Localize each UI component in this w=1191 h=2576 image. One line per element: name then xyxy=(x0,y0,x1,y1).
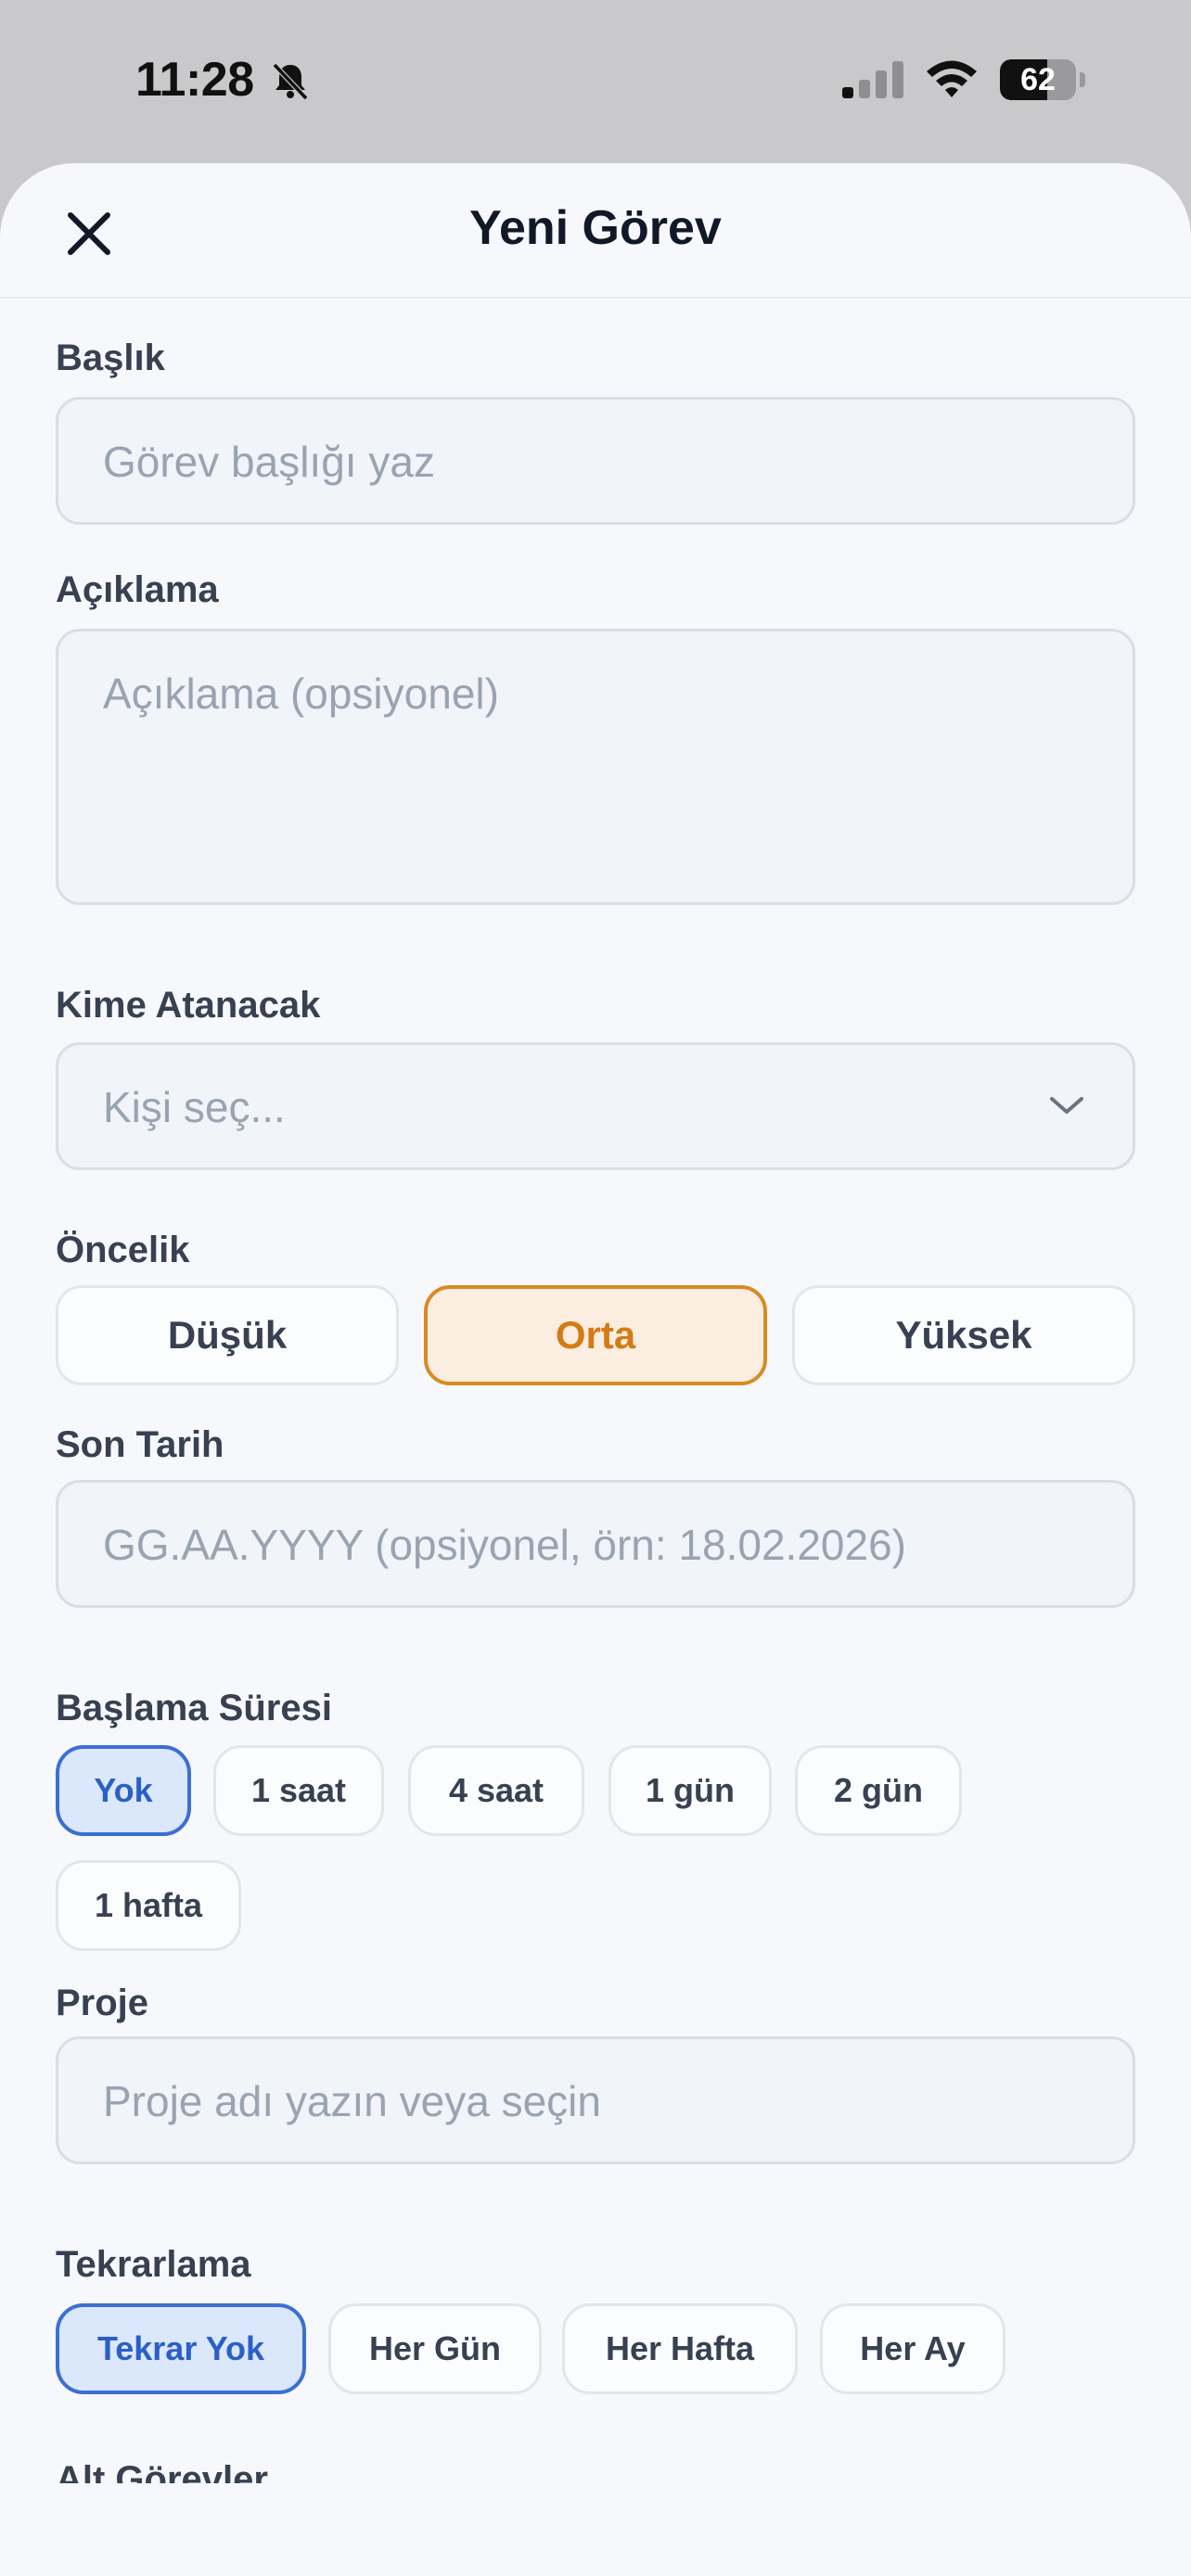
due-date-placeholder: GG.AA.YYYY (opsiyonel, örn: 18.02.2026) xyxy=(103,1521,906,1569)
repeat-option-weekly[interactable]: Her Hafta xyxy=(562,2303,798,2394)
battery-tip xyxy=(1080,72,1085,87)
priority-label: Öncelik xyxy=(56,1230,190,1270)
start-option-1-week[interactable]: 1 hafta xyxy=(56,1860,241,1951)
priority-low-button[interactable]: Düşük xyxy=(56,1285,399,1385)
cellular-signal-icon xyxy=(842,61,903,98)
start-option-2-days[interactable]: 2 gün xyxy=(795,1745,962,1836)
new-task-sheet: Yeni Görev Başlık Görev başlığı yaz Açık… xyxy=(0,163,1191,2576)
description-label: Açıklama xyxy=(56,569,219,610)
project-placeholder: Proje adı yazın veya seçin xyxy=(103,2077,601,2125)
repeat-option-monthly[interactable]: Her Ay xyxy=(820,2303,1005,2394)
sheet-title: Yeni Görev xyxy=(469,201,722,255)
repeat-option-daily[interactable]: Her Gün xyxy=(328,2303,542,2394)
due-date-label: Son Tarih xyxy=(56,1424,224,1465)
assignee-select[interactable]: Kişi seç... xyxy=(56,1042,1135,1170)
battery-percent: 62 xyxy=(1020,62,1056,97)
start-option-1-day[interactable]: 1 gün xyxy=(608,1745,772,1836)
description-placeholder: Açıklama (opsiyonel) xyxy=(103,670,499,718)
start-time-label: Başlama Süresi xyxy=(56,1688,332,1728)
bell-slash-icon xyxy=(272,62,309,101)
project-label: Proje xyxy=(56,1983,149,2023)
project-input[interactable]: Proje adı yazın veya seçin xyxy=(56,2036,1135,2164)
due-date-input[interactable]: GG.AA.YYYY (opsiyonel, örn: 18.02.2026) xyxy=(56,1480,1135,1608)
title-input[interactable]: Görev başlığı yaz xyxy=(56,397,1135,525)
start-option-1-hour[interactable]: 1 saat xyxy=(213,1745,384,1836)
repeat-label: Tekrarlama xyxy=(56,2244,251,2285)
priority-high-button[interactable]: Yüksek xyxy=(792,1285,1135,1385)
subtasks-label: Alt Görevler xyxy=(56,2459,268,2483)
status-bar: 11:28 62 xyxy=(0,0,1191,163)
priority-medium-button[interactable]: Orta xyxy=(424,1285,767,1385)
title-placeholder: Görev başlığı yaz xyxy=(103,438,435,486)
description-textarea[interactable]: Açıklama (opsiyonel) xyxy=(56,629,1135,905)
battery-icon: 62 xyxy=(1000,59,1076,100)
subtasks-clip: Alt Görevler xyxy=(0,2454,1191,2483)
assignee-label: Kime Atanacak xyxy=(56,985,321,1026)
start-option-4-hours[interactable]: 4 saat xyxy=(408,1745,584,1836)
title-label: Başlık xyxy=(56,338,165,378)
wifi-icon xyxy=(927,60,977,97)
repeat-option-none[interactable]: Tekrar Yok xyxy=(56,2303,306,2394)
start-option-none[interactable]: Yok xyxy=(56,1745,191,1836)
sheet-header: Yeni Görev xyxy=(0,163,1191,299)
assignee-placeholder: Kişi seç... xyxy=(103,1083,286,1131)
chevron-down-icon xyxy=(1050,1097,1083,1114)
status-time: 11:28 xyxy=(135,53,254,107)
